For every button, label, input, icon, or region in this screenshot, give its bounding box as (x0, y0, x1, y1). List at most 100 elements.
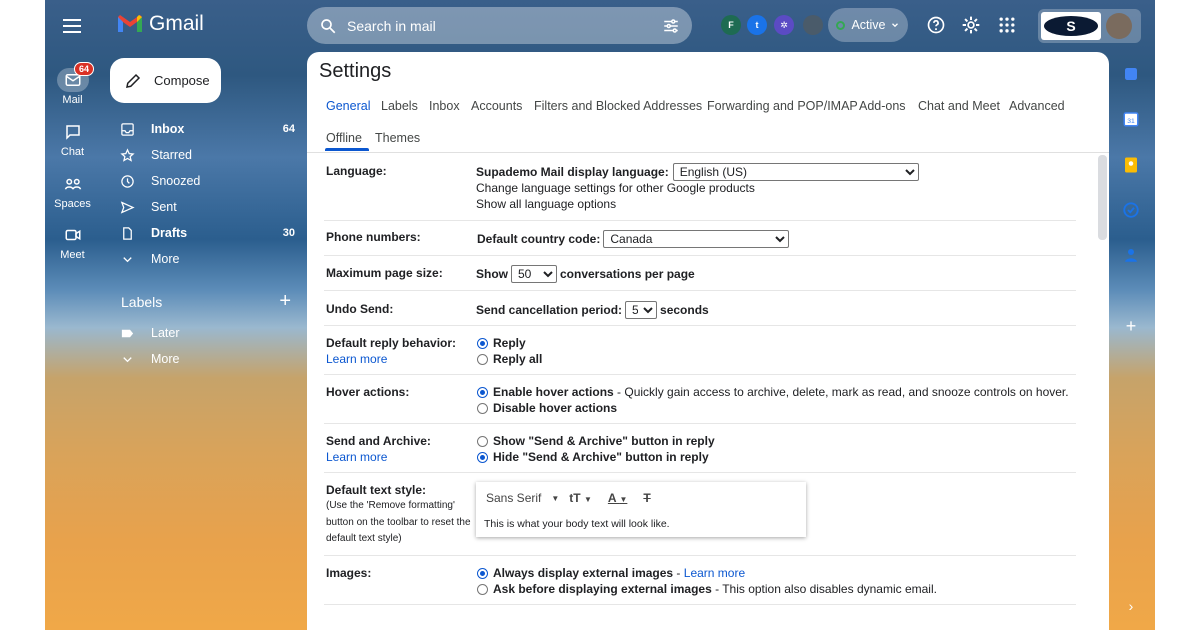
disable-hover-radio[interactable] (477, 403, 488, 414)
status-selector[interactable]: Active (828, 8, 908, 42)
show-send-archive-label: Show "Send & Archive" button in reply (493, 434, 715, 448)
enable-hover-desc: - Quickly gain access to archive, delete… (613, 385, 1069, 399)
nav-item-starred[interactable]: Starred (120, 143, 295, 167)
video-icon (65, 229, 80, 241)
calendar-icon[interactable]: 31 (1122, 110, 1140, 128)
rail-mail-button[interactable]: 64 Mail (45, 62, 100, 106)
editor-toolbar: Sans Serif ▼ tT ▼ A ▼ T (486, 491, 651, 505)
gear-icon[interactable] (961, 15, 981, 35)
nav-item-snoozed[interactable]: Snoozed (120, 169, 295, 193)
cancellation-period-select[interactable]: 5 (625, 301, 658, 319)
scrollbar[interactable] (1098, 155, 1107, 240)
apps-grid-icon[interactable] (997, 15, 1017, 35)
nav-label: Snoozed (151, 174, 201, 188)
add-label-icon[interactable]: + (279, 291, 291, 311)
gmail-logo[interactable]: Gmail (117, 12, 204, 36)
images-label: Images: (326, 566, 372, 580)
add-app-icon[interactable]: + (1122, 316, 1140, 336)
tab-advanced[interactable]: Advanced (1009, 99, 1065, 113)
nav-item-sent[interactable]: Sent (120, 195, 295, 219)
star-icon (120, 147, 135, 162)
rail-meet-button[interactable]: Meet (45, 223, 100, 261)
active-tab-indicator (325, 148, 369, 151)
always-display-images-radio[interactable] (477, 568, 488, 579)
show-send-archive-radio[interactable] (477, 436, 488, 447)
tab-forwarding[interactable]: Forwarding and POP/IMAP (707, 99, 858, 113)
tasks-icon[interactable] (1122, 201, 1140, 219)
label-item-later[interactable]: Later (120, 321, 295, 345)
svg-text:31: 31 (1127, 118, 1135, 125)
nav-item-more[interactable]: More (120, 247, 295, 271)
rail-spaces-button[interactable]: Spaces (45, 172, 100, 210)
reply-learn-more-link[interactable]: Learn more (326, 352, 387, 366)
sample-text: This is what your body text will look li… (484, 518, 670, 530)
change-language-link[interactable]: Change language settings for other Googl… (476, 181, 755, 195)
send-archive-learn-more-link[interactable]: Learn more (326, 450, 387, 464)
compose-button[interactable]: Compose (110, 58, 221, 103)
remove-formatting-icon[interactable]: T (643, 491, 650, 505)
tab-addons[interactable]: Add-ons (859, 99, 906, 113)
reply-all-radio[interactable] (477, 354, 488, 365)
rail-spaces-label: Spaces (54, 198, 91, 210)
font-family-select[interactable]: Sans Serif (486, 491, 541, 505)
rail-meet-label: Meet (60, 249, 85, 261)
keep-icon[interactable] (1122, 156, 1140, 174)
tab-offline[interactable]: Offline (326, 131, 362, 145)
chevron-down-icon[interactable]: ▼ (551, 494, 559, 503)
tab-labels[interactable]: Labels (381, 99, 418, 113)
page-title: Settings (319, 60, 392, 82)
tab-general[interactable]: General (326, 99, 370, 113)
images-learn-more-link[interactable]: Learn more (684, 566, 745, 580)
nav-label: Starred (151, 148, 192, 162)
tab-inbox[interactable]: Inbox (429, 99, 460, 113)
extension-app-icon[interactable]: F (721, 15, 741, 35)
divider (324, 472, 1076, 473)
nav-item-inbox[interactable]: Inbox 64 (120, 117, 295, 141)
extension-app-icon[interactable] (803, 15, 823, 35)
account-button[interactable]: S (1038, 9, 1141, 43)
reply-radio[interactable] (477, 338, 488, 349)
search-bar (307, 7, 692, 44)
nav-label: Inbox (151, 122, 185, 136)
clock-icon (121, 174, 134, 188)
font-size-icon[interactable]: tT ▼ (569, 491, 592, 505)
page-size-select[interactable]: 50 (511, 265, 557, 283)
country-code-label: Default country code: (477, 232, 601, 246)
help-icon[interactable] (926, 15, 946, 35)
chevron-right-icon[interactable]: › (1122, 598, 1140, 616)
avatar (1106, 13, 1132, 39)
tab-themes[interactable]: Themes (375, 131, 420, 145)
menu-icon[interactable] (60, 14, 84, 38)
country-code-select[interactable]: Canada (603, 230, 790, 248)
hover-actions-label: Hover actions: (326, 385, 410, 399)
side-app-icon[interactable] (1122, 65, 1140, 83)
app-rail: 64 Mail Chat Spaces Meet (45, 0, 100, 630)
tab-accounts[interactable]: Accounts (471, 99, 522, 113)
rail-chat-button[interactable]: Chat (45, 120, 100, 158)
extension-app-icon[interactable]: ✲ (774, 15, 794, 35)
hide-send-archive-radio[interactable] (477, 452, 488, 463)
tab-filters[interactable]: Filters and Blocked Addresses (534, 99, 702, 113)
draft-icon (123, 226, 132, 240)
contacts-icon[interactable] (1122, 246, 1140, 264)
show-languages-link[interactable]: Show all language options (476, 197, 616, 211)
tab-chat-meet[interactable]: Chat and Meet (918, 99, 1000, 113)
org-logo: S (1041, 12, 1101, 40)
ask-before-images-radio[interactable] (477, 584, 488, 595)
enable-hover-radio[interactable] (477, 387, 488, 398)
nav-item-drafts[interactable]: Drafts 30 (120, 221, 295, 245)
svg-text:S: S (1066, 18, 1075, 34)
label-item-more[interactable]: More (120, 347, 295, 371)
search-icon[interactable] (319, 17, 337, 35)
divider (324, 325, 1076, 326)
search-input[interactable] (347, 17, 662, 34)
extension-app-icon[interactable]: t (747, 15, 767, 35)
separator-text: - (673, 566, 684, 580)
cancellation-suffix: seconds (660, 303, 709, 317)
hide-send-archive-label: Hide "Send & Archive" button in reply (493, 450, 709, 464)
always-display-label: Always display external images (493, 566, 674, 580)
filter-options-icon[interactable] (662, 17, 680, 35)
display-language-select[interactable]: English (US) (672, 163, 919, 181)
compose-label: Compose (154, 73, 210, 88)
text-color-icon[interactable]: A ▼ (608, 491, 627, 505)
